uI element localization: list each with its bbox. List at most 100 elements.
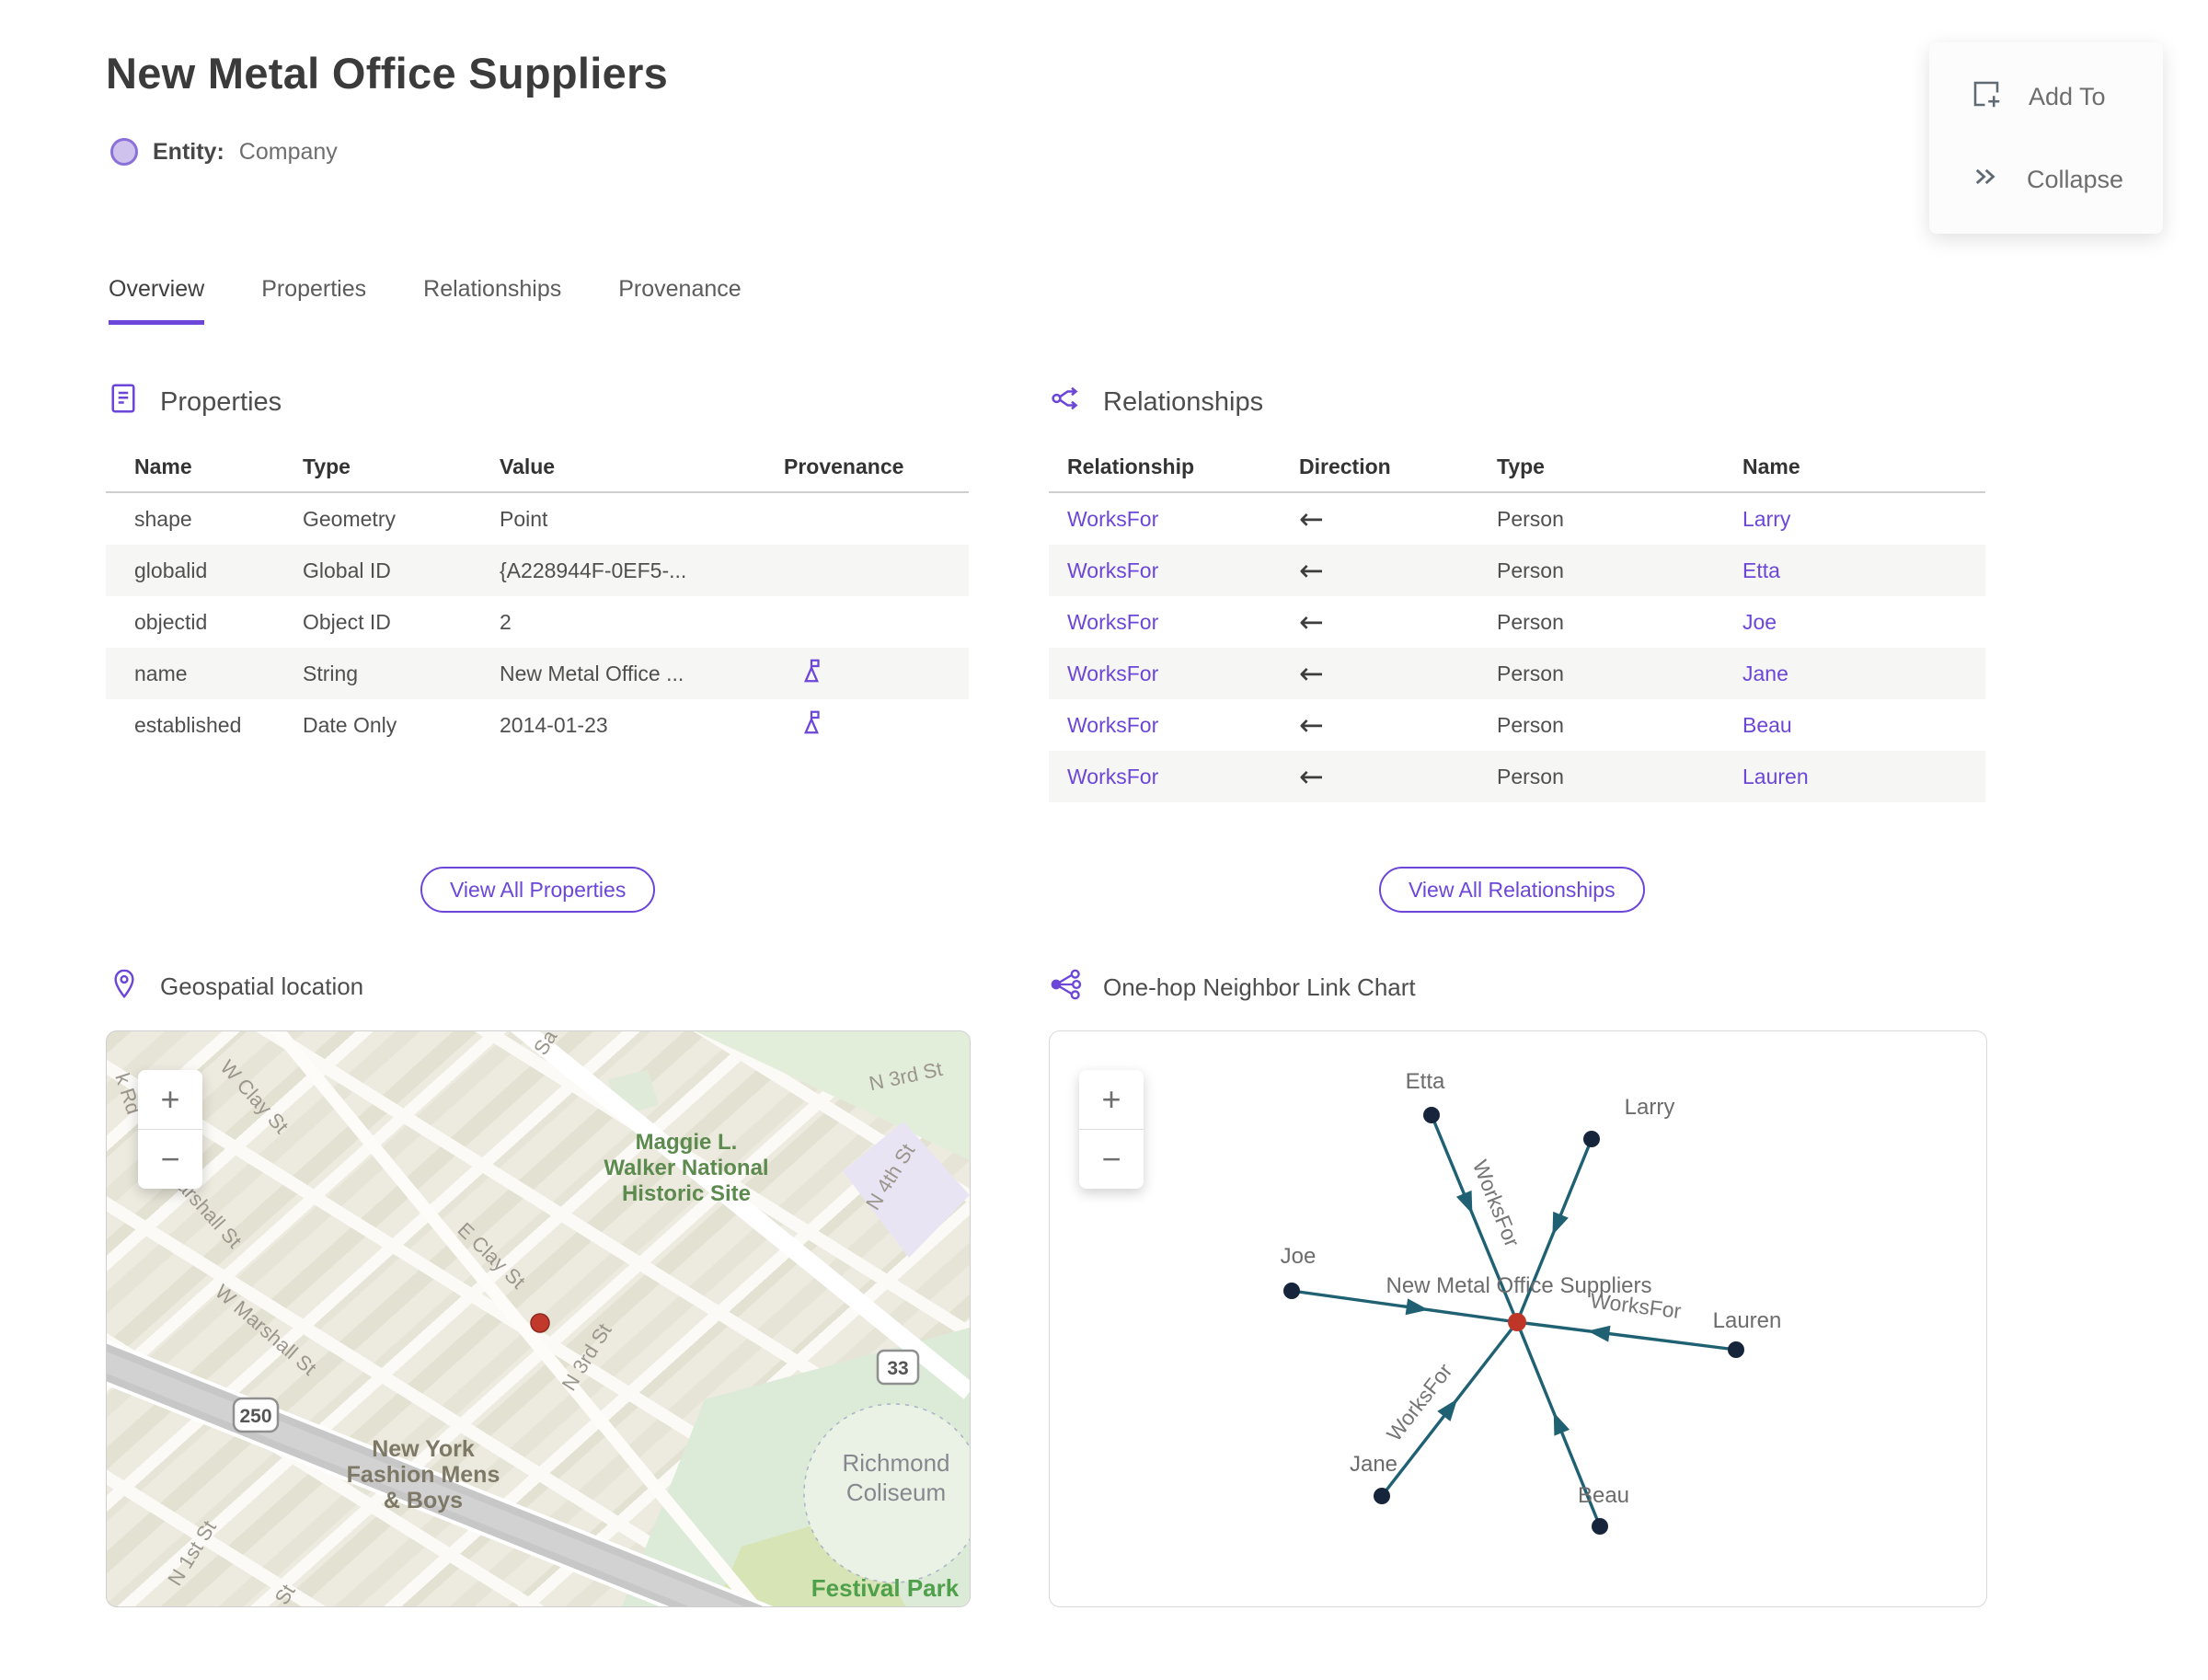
tab-relationships[interactable]: Relationships bbox=[423, 276, 561, 325]
relationship-link[interactable]: WorksFor bbox=[1049, 765, 1299, 789]
graph-node-larry[interactable] bbox=[1583, 1131, 1600, 1147]
map-canvas[interactable]: 250 33 k Rd W Clay St Sa N 3rd St N 4th … bbox=[106, 1030, 971, 1607]
related-entity-link[interactable]: Joe bbox=[1742, 610, 1985, 635]
graph-node-beau[interactable] bbox=[1592, 1518, 1608, 1535]
relationship-link[interactable]: WorksFor bbox=[1049, 662, 1299, 686]
graph-node-jane[interactable] bbox=[1374, 1488, 1390, 1504]
poi-label: Festival Park bbox=[811, 1574, 960, 1602]
view-all-relationships-button[interactable]: View All Relationships bbox=[1379, 867, 1645, 913]
properties-section-title: Properties bbox=[160, 386, 282, 417]
property-type: String bbox=[303, 661, 359, 685]
route-shield-250: 250 bbox=[232, 1397, 280, 1433]
property-row: shape Geometry Point bbox=[106, 493, 969, 545]
graph-edge-arrow-jane bbox=[1437, 1398, 1458, 1421]
graph-edge-lauren bbox=[1516, 1320, 1737, 1352]
related-type: Person bbox=[1497, 661, 1564, 685]
poi-label: & Boys bbox=[384, 1488, 463, 1513]
properties-table-header: Name Type Value Provenance bbox=[106, 442, 969, 493]
poi-label: New York bbox=[372, 1436, 475, 1462]
tab-properties[interactable]: Properties bbox=[261, 276, 366, 325]
related-entity-link[interactable]: Larry bbox=[1742, 507, 1985, 532]
relationship-row: WorksFor ← Person Beau bbox=[1049, 699, 1985, 751]
poi-label: Coliseum bbox=[846, 1479, 946, 1506]
related-entity-link[interactable]: Beau bbox=[1742, 713, 1985, 738]
col-type: Type bbox=[1497, 454, 1545, 478]
property-type: Date Only bbox=[303, 712, 397, 737]
related-entity-link[interactable]: Jane bbox=[1742, 662, 1985, 686]
direction-arrow: ← bbox=[1299, 762, 1324, 791]
direction-arrow: ← bbox=[1299, 710, 1324, 740]
relationship-link[interactable]: WorksFor bbox=[1049, 713, 1299, 738]
entity-badge: Entity: Company bbox=[110, 138, 338, 166]
direction-arrow: ← bbox=[1299, 659, 1324, 688]
relationships-table-body: WorksFor ← Person Larry WorksFor ← Perso… bbox=[1049, 493, 1985, 802]
col-provenance: Provenance bbox=[784, 454, 904, 478]
property-name: shape bbox=[134, 506, 192, 531]
map-zoom-out-button[interactable]: − bbox=[138, 1129, 202, 1189]
chart-zoom-in-button[interactable]: + bbox=[1079, 1070, 1144, 1129]
poi-label: Historic Site bbox=[622, 1181, 751, 1206]
linkchart-section-title: One-hop Neighbor Link Chart bbox=[1103, 973, 1416, 1001]
graph-node-lauren[interactable] bbox=[1728, 1341, 1744, 1358]
chevrons-right-icon bbox=[1970, 161, 2001, 199]
chart-zoom-controls: + − bbox=[1079, 1070, 1144, 1189]
graph-node-center[interactable] bbox=[1508, 1313, 1526, 1331]
street-label: N 3rd St bbox=[558, 1319, 616, 1395]
street-label: St bbox=[270, 1581, 300, 1606]
relationship-link[interactable]: WorksFor bbox=[1049, 507, 1299, 532]
entity-actions-card: Add To Collapse bbox=[1929, 42, 2163, 234]
relationship-row: WorksFor ← Person Larry bbox=[1049, 493, 1985, 545]
graph-node-label-lauren: Lauren bbox=[1713, 1308, 1782, 1333]
poi-label: Walker National bbox=[604, 1156, 768, 1180]
map-zoom-controls: + − bbox=[138, 1070, 202, 1189]
map-entity-marker bbox=[530, 1313, 550, 1333]
graph-node-label-beau: Beau bbox=[1578, 1483, 1629, 1508]
graph-node-joe[interactable] bbox=[1283, 1283, 1300, 1299]
col-relationship: Relationship bbox=[1067, 454, 1195, 478]
property-provenance bbox=[762, 657, 969, 690]
property-name: name bbox=[134, 661, 188, 685]
collapse-button[interactable]: Collapse bbox=[1929, 161, 2163, 199]
relationship-link[interactable]: WorksFor bbox=[1049, 610, 1299, 635]
col-name: Name bbox=[134, 454, 192, 478]
tab-provenance[interactable]: Provenance bbox=[618, 276, 741, 325]
relationship-link[interactable]: WorksFor bbox=[1049, 558, 1299, 583]
property-value: 2 bbox=[500, 609, 512, 634]
chart-zoom-out-button[interactable]: − bbox=[1079, 1129, 1144, 1189]
related-type: Person bbox=[1497, 609, 1564, 634]
map-zoom-in-button[interactable]: + bbox=[138, 1070, 202, 1129]
property-value: 2014-01-23 bbox=[500, 712, 608, 737]
related-type: Person bbox=[1497, 506, 1564, 531]
relationship-row: WorksFor ← Person Joe bbox=[1049, 596, 1985, 648]
col-type: Type bbox=[303, 454, 351, 478]
related-entity-link[interactable]: Etta bbox=[1742, 558, 1985, 583]
link-chart-canvas[interactable]: WorksFor WorksFor WorksFor Etta Larry Joe Laur… bbox=[1049, 1030, 1987, 1607]
poi-label: Maggie L. bbox=[636, 1130, 738, 1155]
provenance-flag-icon[interactable] bbox=[798, 659, 825, 689]
graph-node-label-jane: Jane bbox=[1350, 1452, 1397, 1477]
relationships-table-header: Relationship Direction Type Name bbox=[1049, 442, 1985, 493]
tab-overview[interactable]: Overview bbox=[109, 276, 205, 325]
graph-node-etta[interactable] bbox=[1423, 1107, 1440, 1123]
graph-node-label-center: New Metal Office Suppliers bbox=[1386, 1273, 1651, 1298]
street-label: N 1st St bbox=[163, 1516, 221, 1590]
direction-arrow: ← bbox=[1299, 556, 1324, 585]
add-to-button[interactable]: Add To bbox=[1929, 77, 2163, 117]
related-type: Person bbox=[1497, 764, 1564, 788]
street-label: W Clay St bbox=[216, 1055, 293, 1137]
provenance-flag-icon[interactable] bbox=[798, 710, 825, 741]
col-name: Name bbox=[1742, 454, 1800, 478]
poi-label: Richmond bbox=[842, 1449, 949, 1477]
graph-edge-label-etta: WorksFor bbox=[1468, 1156, 1524, 1250]
tab-bar: Overview Properties Relationships Proven… bbox=[109, 276, 742, 325]
graph-edge-arrow-lauren bbox=[1587, 1325, 1611, 1342]
related-type: Person bbox=[1497, 712, 1564, 737]
related-entity-link[interactable]: Lauren bbox=[1742, 765, 1985, 789]
geospatial-section-title: Geospatial location bbox=[160, 972, 364, 1000]
property-type: Geometry bbox=[303, 506, 396, 531]
view-all-properties-button[interactable]: View All Properties bbox=[420, 867, 656, 913]
collapse-label: Collapse bbox=[2027, 166, 2124, 193]
property-provenance bbox=[762, 708, 969, 742]
related-type: Person bbox=[1497, 558, 1564, 582]
properties-section-header: Properties bbox=[107, 382, 282, 422]
